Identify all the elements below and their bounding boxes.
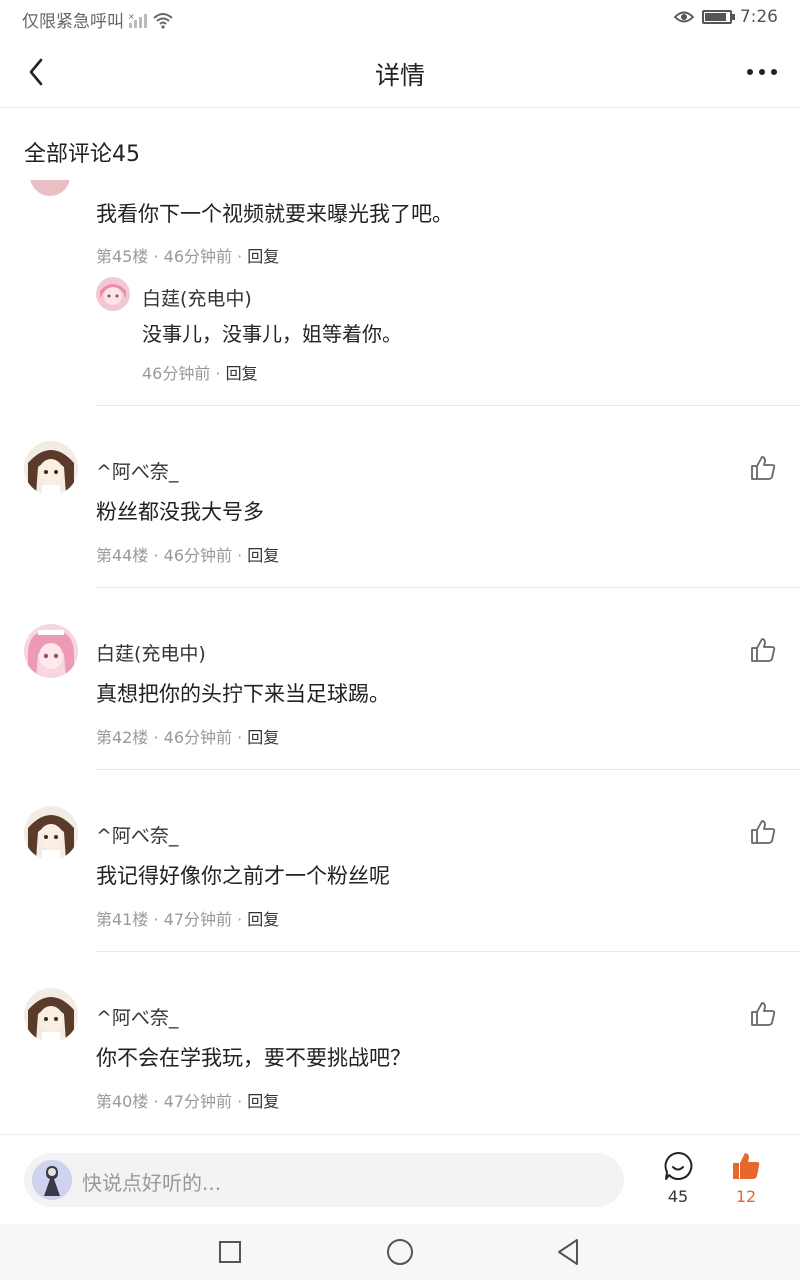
eye-icon <box>673 11 694 23</box>
like-icon <box>751 638 776 662</box>
comment-time: 47分钟前 <box>163 1092 233 1111</box>
circle-icon <box>387 1239 413 1265</box>
nav-bar: 详情 <box>0 36 800 108</box>
username[interactable]: ^阿べ奈_ <box>96 1003 178 1030</box>
comment-count-button[interactable]: 45 <box>656 1151 700 1206</box>
recents-button[interactable] <box>216 1238 244 1266</box>
divider <box>96 405 800 406</box>
avatar-image <box>32 1160 72 1200</box>
like-icon <box>751 1002 776 1026</box>
comment-time: 46分钟前 <box>163 728 233 747</box>
comment-text: 粉丝都没我大号多 <box>96 500 264 524</box>
wifi-icon <box>153 12 173 29</box>
comment-time: 46分钟前 <box>163 247 233 266</box>
svg-text:×: × <box>128 12 135 21</box>
avatar-cropped <box>30 180 70 196</box>
username[interactable]: 白莛(充电中) <box>96 639 206 666</box>
comment-meta: 第40楼 · 47分钟前 · 回复 <box>96 1092 280 1111</box>
comment-text: 你不会在学我玩，要不要挑战吧？ <box>96 1046 411 1070</box>
bottom-bar: 快说点好听的... 45 12 <box>0 1134 800 1224</box>
reply-link[interactable]: 回复 <box>247 910 279 929</box>
signal-icon: × <box>128 12 147 28</box>
page-title: 详情 <box>374 61 425 90</box>
square-icon <box>219 1241 241 1263</box>
reply-meta: 46分钟前 · 回复 <box>142 364 258 383</box>
comment-text: 我看你下一个视频就要来曝光我了吧。 <box>96 202 453 226</box>
triangle-back-icon <box>558 1239 578 1265</box>
like-button[interactable] <box>748 817 778 847</box>
comment-icon <box>664 1151 693 1180</box>
avatar-image <box>24 806 78 860</box>
like-button[interactable] <box>748 453 778 483</box>
clock: 7:26 <box>739 7 778 27</box>
avatar[interactable] <box>24 988 78 1042</box>
avatar-image <box>24 988 78 1042</box>
more-button[interactable] <box>742 56 782 88</box>
comment-meta: 第44楼 · 46分钟前 · 回复 <box>96 546 280 565</box>
all-comments-title: 全部评论45 <box>24 142 140 167</box>
username[interactable]: ^阿べ奈_ <box>96 821 178 848</box>
floor-label: 第40楼 <box>96 1092 149 1111</box>
avatar[interactable] <box>24 624 78 678</box>
avatar[interactable] <box>24 441 78 495</box>
divider <box>96 587 800 588</box>
floor-label: 第42楼 <box>96 728 149 747</box>
like-count-button[interactable]: 12 <box>724 1151 768 1206</box>
comment-text: 真想把你的头拧下来当足球踢。 <box>96 682 390 706</box>
comment-text: 我记得好像你之前才一个粉丝呢 <box>96 864 390 888</box>
comment-time: 46分钟前 <box>163 546 233 565</box>
reply-link[interactable]: 回复 <box>247 546 279 565</box>
comment-meta: 第41楼 · 47分钟前 · 回复 <box>96 910 280 929</box>
floor-label: 第41楼 <box>96 910 149 929</box>
reply-text: 没事儿，没事儿，姐等着你。 <box>142 322 402 346</box>
reply-link[interactable]: 回复 <box>247 728 279 747</box>
avatar[interactable] <box>96 277 130 311</box>
avatar[interactable] <box>24 806 78 860</box>
home-button[interactable] <box>386 1238 414 1266</box>
avatar-image <box>24 441 78 495</box>
username[interactable]: ^阿べ奈_ <box>96 457 178 484</box>
system-back-button[interactable] <box>554 1238 582 1266</box>
comment-time: 47分钟前 <box>163 910 233 929</box>
battery-icon <box>701 10 735 24</box>
comment-count: 45 <box>667 1187 689 1206</box>
divider <box>96 951 800 952</box>
like-icon <box>751 820 776 844</box>
floor-label: 第44楼 <box>96 546 149 565</box>
status-bar: 仅限紧急呼叫 × 7:26 <box>0 0 800 36</box>
carrier-text: 仅限紧急呼叫 <box>22 12 124 32</box>
like-icon <box>751 456 776 480</box>
my-avatar <box>32 1160 72 1200</box>
like-count: 12 <box>735 1187 757 1206</box>
avatar-image <box>96 277 130 311</box>
like-button[interactable] <box>748 635 778 665</box>
reply-username[interactable]: 白莛(充电中) <box>142 284 252 311</box>
reply-time: 46分钟前 <box>142 364 211 383</box>
input-placeholder: 快说点好听的... <box>82 1171 222 1195</box>
avatar-image <box>24 624 78 678</box>
status-right: 7:26 <box>673 7 778 27</box>
thumb-filled-icon <box>733 1153 760 1179</box>
system-nav-bar <box>0 1224 800 1280</box>
comment-input[interactable]: 快说点好听的... <box>24 1153 624 1207</box>
reply-link[interactable]: 回复 <box>226 364 258 383</box>
status-left: 仅限紧急呼叫 × <box>22 7 174 32</box>
reply-link[interactable]: 回复 <box>247 247 279 266</box>
divider <box>96 769 800 770</box>
floor-label: 第45楼 <box>96 247 149 266</box>
reply-link[interactable]: 回复 <box>247 1092 279 1111</box>
comment-meta: 第45楼 · 46分钟前 · 回复 <box>96 247 280 266</box>
comment-meta: 第42楼 · 46分钟前 · 回复 <box>96 728 280 747</box>
like-button[interactable] <box>748 999 778 1029</box>
more-icon <box>747 69 777 75</box>
